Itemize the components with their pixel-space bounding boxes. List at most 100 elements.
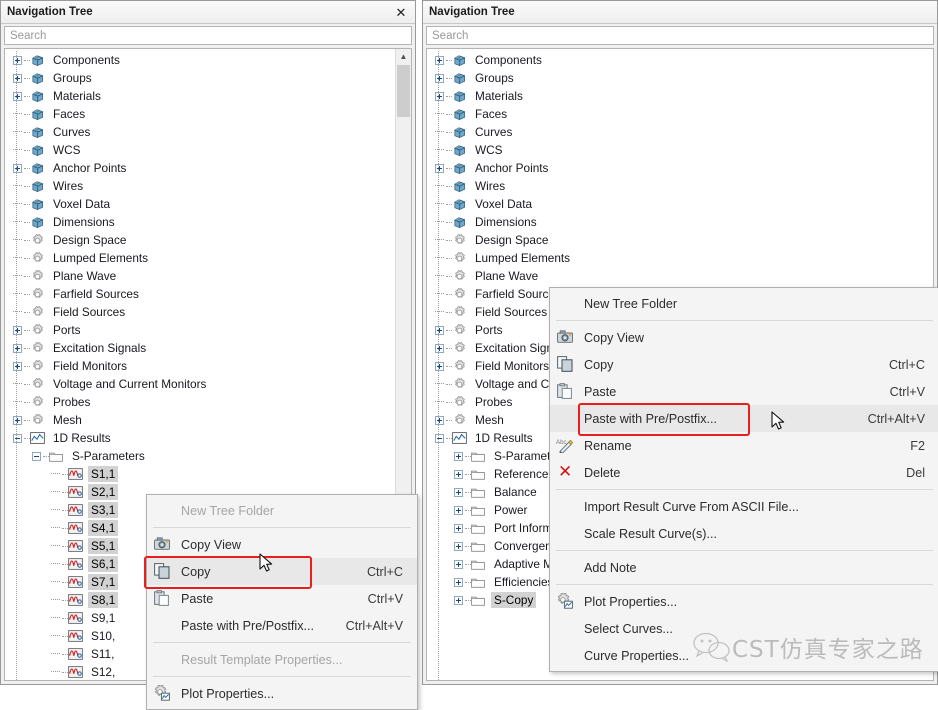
tree-item[interactable]: Voxel Data: [427, 195, 933, 213]
tree-item[interactable]: Excitation Signals: [5, 339, 411, 357]
menu-item[interactable]: Paste with Pre/Postfix... Ctrl+Alt+V: [147, 612, 417, 639]
scrollbar-thumb[interactable]: [397, 65, 410, 117]
tree-item[interactable]: Plane Wave: [427, 267, 933, 285]
menu-item[interactable]: ✕ Delete Del: [550, 459, 938, 486]
tree-item[interactable]: Wires: [5, 177, 411, 195]
tree-expander[interactable]: [452, 465, 465, 483]
cube-icon: [30, 88, 46, 104]
tree-expander[interactable]: [11, 357, 24, 375]
tree-expander[interactable]: [433, 411, 446, 429]
folder-icon: [471, 592, 487, 608]
menu-item[interactable]: Paste with Pre/Postfix... Ctrl+Alt+V: [550, 405, 938, 432]
tree-expander[interactable]: [433, 321, 446, 339]
tree-item[interactable]: Components: [427, 51, 933, 69]
tree-expander[interactable]: [433, 87, 446, 105]
tree-item[interactable]: Groups: [427, 69, 933, 87]
tree-item[interactable]: 1D Results: [5, 429, 411, 447]
tree-expander[interactable]: [11, 339, 24, 357]
tree-item[interactable]: Ports: [5, 321, 411, 339]
tree-item[interactable]: Voltage and Current Monitors: [5, 375, 411, 393]
tree-item-label: S8,1: [88, 592, 119, 608]
tree-expander[interactable]: [11, 321, 24, 339]
tree-item[interactable]: Farfield Sources: [5, 285, 411, 303]
menu-item[interactable]: Copy Ctrl+C: [550, 351, 938, 378]
tree-item[interactable]: Anchor Points: [427, 159, 933, 177]
tree-item[interactable]: Design Space: [427, 231, 933, 249]
tree-item[interactable]: Wires: [427, 177, 933, 195]
tree-expander[interactable]: [11, 429, 24, 447]
tree-expander[interactable]: [11, 69, 24, 87]
tree-expander[interactable]: [433, 69, 446, 87]
tree-item[interactable]: WCS: [5, 141, 411, 159]
tree-expander[interactable]: [452, 573, 465, 591]
left-context-menu[interactable]: New Tree Folder Copy View Copy Ctrl+C Pa…: [144, 494, 418, 710]
tree-expander[interactable]: [11, 159, 24, 177]
tree-item[interactable]: Components: [5, 51, 411, 69]
menu-item[interactable]: New Tree Folder: [550, 290, 938, 317]
menu-item[interactable]: Scale Result Curve(s)...: [550, 520, 938, 547]
tree-item[interactable]: Curves: [427, 123, 933, 141]
tree-expander[interactable]: [11, 51, 24, 69]
tree-expander[interactable]: [452, 537, 465, 555]
tree-expander[interactable]: [433, 51, 446, 69]
tree-expander[interactable]: [452, 483, 465, 501]
menu-item[interactable]: Plot Properties...: [147, 680, 417, 707]
tree-item[interactable]: Mesh: [5, 411, 411, 429]
right-context-menu[interactable]: New Tree Folder Copy View Copy Ctrl+C Pa…: [549, 287, 938, 672]
tree-expander[interactable]: [11, 411, 24, 429]
tree-item[interactable]: Faces: [427, 105, 933, 123]
tree-item[interactable]: Probes: [5, 393, 411, 411]
tree-item-label: Probes: [53, 395, 91, 409]
tree-leaf-connector: [11, 393, 24, 411]
menu-item[interactable]: Plot Properties...: [550, 588, 938, 615]
tree-item[interactable]: Field Monitors: [5, 357, 411, 375]
tree-item[interactable]: S-Parameters: [5, 447, 411, 465]
tree-expander[interactable]: [452, 501, 465, 519]
chevron-up-icon[interactable]: ▲: [396, 49, 411, 64]
close-icon[interactable]: ✕: [393, 4, 409, 20]
menu-item[interactable]: Add Note: [550, 554, 938, 581]
search-input-right[interactable]: Search: [426, 26, 934, 45]
menu-item[interactable]: Copy View: [550, 324, 938, 351]
tree-expander[interactable]: [433, 357, 446, 375]
tree-item[interactable]: Dimensions: [5, 213, 411, 231]
tree-item[interactable]: Curves: [5, 123, 411, 141]
tree-item[interactable]: WCS: [427, 141, 933, 159]
tree-expander[interactable]: [433, 429, 446, 447]
tree-item[interactable]: Field Sources: [5, 303, 411, 321]
tree-expander[interactable]: [452, 555, 465, 573]
tree-item[interactable]: Groups: [5, 69, 411, 87]
menu-item[interactable]: Curve Properties...: [550, 642, 938, 669]
tree-expander[interactable]: [452, 519, 465, 537]
folder-icon: [471, 556, 487, 572]
tree-item[interactable]: Materials: [5, 87, 411, 105]
tree-expander[interactable]: [30, 447, 43, 465]
tree-item[interactable]: Lumped Elements: [5, 249, 411, 267]
menu-item[interactable]: Copy Ctrl+C: [147, 558, 417, 585]
menu-item[interactable]: Copy View: [147, 531, 417, 558]
tree-expander[interactable]: [11, 87, 24, 105]
tree-expander[interactable]: [433, 159, 446, 177]
tree-item[interactable]: Design Space: [5, 231, 411, 249]
tree-item[interactable]: Dimensions: [427, 213, 933, 231]
tree-item[interactable]: Anchor Points: [5, 159, 411, 177]
tree-item-label: S12,: [91, 665, 116, 679]
tree-item[interactable]: Plane Wave: [5, 267, 411, 285]
tree-item[interactable]: Materials: [427, 87, 933, 105]
search-input[interactable]: Search: [4, 26, 412, 45]
tree-leaf-connector: [11, 195, 24, 213]
tree-item[interactable]: S1,1: [5, 465, 411, 483]
menu-item[interactable]: Select Curves...: [550, 615, 938, 642]
tree-expander[interactable]: [452, 591, 465, 609]
menu-item[interactable]: Abc Rename F2: [550, 432, 938, 459]
tree-item[interactable]: Lumped Elements: [427, 249, 933, 267]
tree-expander[interactable]: [452, 447, 465, 465]
tree-item[interactable]: Voxel Data: [5, 195, 411, 213]
menu-item[interactable]: Paste Ctrl+V: [147, 585, 417, 612]
tree-leaf-connector: [49, 519, 62, 537]
tree-expander[interactable]: [433, 339, 446, 357]
menu-item[interactable]: Import Result Curve From ASCII File...: [550, 493, 938, 520]
menu-item[interactable]: Paste Ctrl+V: [550, 378, 938, 405]
tree-item[interactable]: Faces: [5, 105, 411, 123]
